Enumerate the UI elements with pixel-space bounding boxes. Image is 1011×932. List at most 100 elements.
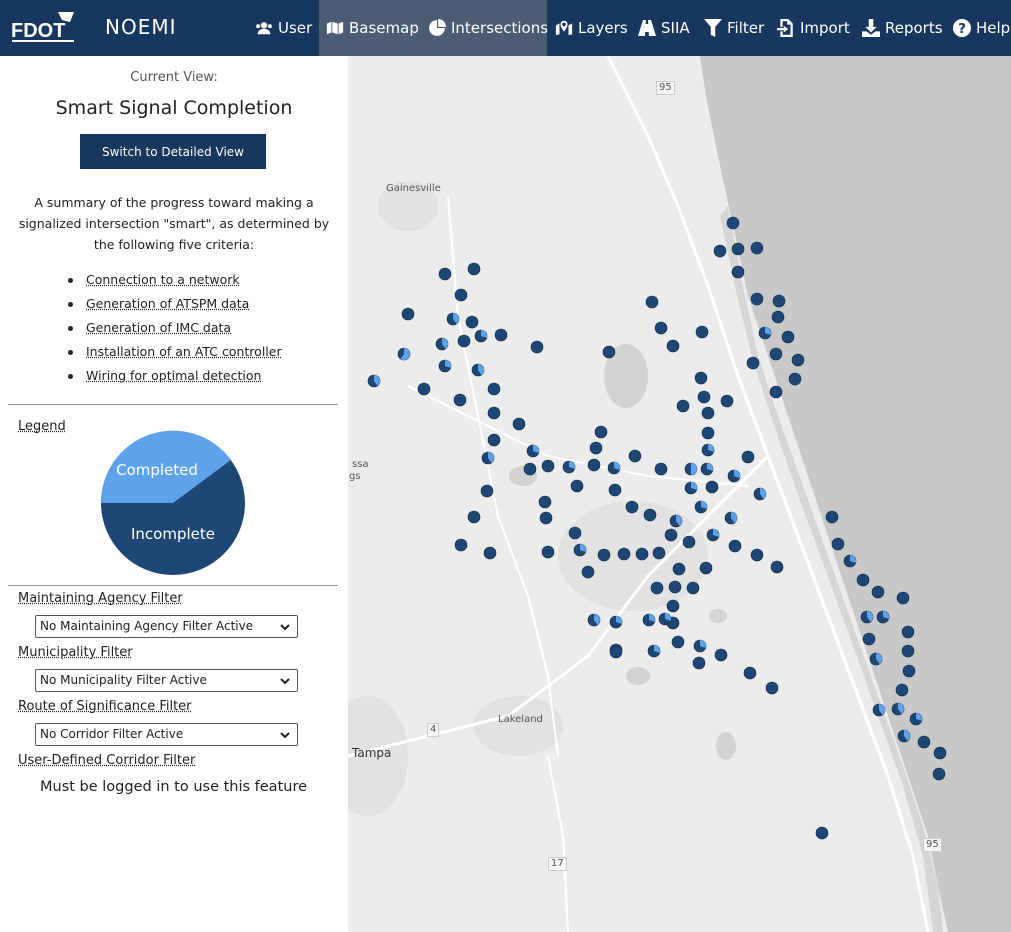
intersection-marker[interactable] [856,573,870,587]
intersection-marker[interactable] [438,267,452,281]
intersection-marker[interactable] [901,644,915,658]
municipality-select[interactable]: No Municipality Filter Active [35,669,298,692]
criteria-link-atspm[interactable]: Generation of ATSPM data [86,296,249,311]
intersection-marker[interactable] [713,244,727,258]
intersection-marker[interactable] [746,356,760,370]
nav-reports[interactable]: Reports [855,0,947,56]
intersection-marker[interactable] [668,580,682,594]
switch-to-detailed-view-button[interactable]: Switch to Detailed View [80,134,266,169]
intersection-marker[interactable] [494,328,508,342]
nav-filter[interactable]: Filter [697,0,767,56]
intersection-marker[interactable] [895,683,909,697]
intersection-marker[interactable] [701,426,715,440]
intersection-marker[interactable] [654,321,668,335]
criteria-link-imc[interactable]: Generation of IMC data [86,320,231,335]
maintaining-agency-select[interactable]: No Maintaining Agency Filter Active [35,615,298,638]
intersection-marker[interactable] [401,307,415,321]
intersection-marker[interactable] [654,462,668,476]
intersection-marker[interactable] [933,746,947,760]
intersection-marker[interactable] [917,735,931,749]
intersection-marker[interactable] [694,371,708,385]
map-view[interactable]: Gainesville Lakeland Tampa ssa gs 95 95 … [348,56,1011,932]
intersection-marker[interactable] [483,546,497,560]
intersection-marker[interactable] [457,334,471,348]
intersection-marker[interactable] [487,406,501,420]
intersection-marker[interactable] [815,826,829,840]
intersection-marker[interactable] [467,262,481,276]
intersection-marker[interactable] [594,425,608,439]
intersection-marker[interactable] [530,340,544,354]
intersection-marker[interactable] [417,382,431,396]
intersection-marker[interactable] [541,545,555,559]
intersection-marker[interactable] [538,495,552,509]
nav-basemap[interactable]: Basemap [319,0,421,56]
intersection-marker[interactable] [523,462,537,476]
intersection-marker[interactable] [487,433,501,447]
intersection-marker[interactable] [671,635,685,649]
intersection-marker[interactable] [769,347,783,361]
intersection-marker[interactable] [682,535,696,549]
intersection-marker[interactable] [862,632,876,646]
intersection-marker[interactable] [714,648,728,662]
intersection-marker[interactable] [539,511,553,525]
intersection-marker[interactable] [771,310,785,324]
intersection-marker[interactable] [650,581,664,595]
intersection-marker[interactable] [625,500,639,514]
nav-user[interactable]: User [248,0,318,56]
intersection-marker[interactable] [769,385,783,399]
intersection-marker[interactable] [454,288,468,302]
intersection-marker[interactable] [628,449,642,463]
intersection-marker[interactable] [896,591,910,605]
criteria-link-detection[interactable]: Wiring for optimal detection [86,368,261,383]
intersection-marker[interactable] [741,450,755,464]
intersection-marker[interactable] [467,510,481,524]
intersection-marker[interactable] [720,394,734,408]
intersection-marker[interactable] [695,325,709,339]
nav-siia[interactable]: SIIA [631,0,697,56]
intersection-marker[interactable] [672,562,686,576]
intersection-marker[interactable] [597,548,611,562]
intersection-marker[interactable] [666,599,680,613]
intersection-marker[interactable] [765,681,779,695]
intersection-marker[interactable] [609,645,623,659]
intersection-marker[interactable] [635,547,649,561]
intersection-marker[interactable] [731,242,745,256]
intersection-marker[interactable] [772,294,786,308]
intersection-marker[interactable] [643,508,657,522]
intersection-marker[interactable] [902,664,916,678]
intersection-marker[interactable] [589,441,603,455]
intersection-marker[interactable] [617,547,631,561]
intersection-marker[interactable] [676,399,690,413]
intersection-marker[interactable] [750,241,764,255]
intersection-marker[interactable] [608,483,622,497]
intersection-marker[interactable] [686,581,700,595]
criteria-link-network[interactable]: Connection to a network [86,272,240,287]
intersection-marker[interactable] [541,459,555,473]
intersection-marker[interactable] [731,265,745,279]
intersection-marker[interactable] [512,417,526,431]
intersection-marker[interactable] [726,216,740,230]
intersection-marker[interactable] [788,372,802,386]
intersection-marker[interactable] [701,406,715,420]
intersection-marker[interactable] [664,528,678,542]
intersection-marker[interactable] [697,390,711,404]
intersection-marker[interactable] [487,382,501,396]
intersection-marker[interactable] [728,539,742,553]
intersection-marker[interactable] [645,295,659,309]
criteria-link-atc[interactable]: Installation of an ATC controller [86,344,282,359]
intersection-marker[interactable] [454,538,468,552]
intersection-marker[interactable] [770,560,784,574]
intersection-marker[interactable] [480,484,494,498]
intersection-marker[interactable] [932,767,946,781]
intersection-marker[interactable] [581,565,595,579]
intersection-marker[interactable] [831,537,845,551]
intersection-marker[interactable] [901,625,915,639]
intersection-marker[interactable] [666,339,680,353]
intersection-marker[interactable] [750,292,764,306]
intersection-marker[interactable] [602,345,616,359]
intersection-marker[interactable] [743,666,757,680]
intersection-marker[interactable] [570,479,584,493]
intersection-marker[interactable] [453,393,467,407]
intersection-marker[interactable] [791,353,805,367]
intersection-marker[interactable] [568,526,582,540]
